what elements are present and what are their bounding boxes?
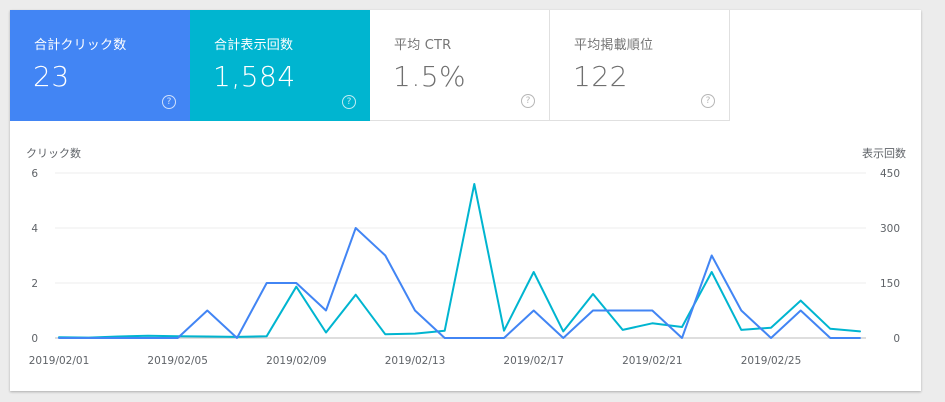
left-tick-label: 4 (31, 223, 38, 235)
performance-card: 合計クリック数 23 ? 合計表示回数 1,584 ? 平均 CTR 1.5% … (10, 10, 921, 391)
left-axis-title: クリック数 (26, 147, 81, 160)
right-axis-title: 表示回数 (862, 146, 906, 160)
performance-chart: クリック数 表示回数 0246 0150300450 2019/02/01 201… (26, 146, 906, 367)
right-tick-label: 450 (880, 168, 900, 180)
x-tick-label: 2019/02/17 (503, 355, 564, 367)
right-tick-label: 300 (880, 223, 900, 235)
left-tick-label: 6 (31, 168, 38, 180)
impressions-line (58, 183, 861, 339)
right-tick-label: 0 (893, 333, 900, 345)
right-axis-ticks: 0 150 300 450 (880, 168, 900, 345)
left-tick-label: 0 (31, 333, 38, 345)
x-tick-label: 2019/02/09 (266, 355, 327, 367)
right-tick-label: 150 (880, 278, 900, 290)
left-axis-ticks: 0 2 4 6 (31, 168, 38, 345)
left-tick-label: 2 (31, 278, 38, 290)
x-tick-label: 2019/02/21 (622, 355, 683, 367)
x-axis-ticks: 2019/02/01 2019/02/05 2019/02/09 2019/02/13… (29, 355, 802, 367)
x-tick-label: 2019/02/25 (741, 355, 802, 367)
chart-series (58, 183, 861, 339)
x-tick-label: 2019/02/05 (147, 355, 208, 367)
x-tick-label: 2019/02/01 (29, 355, 90, 367)
x-tick-label: 2019/02/13 (385, 355, 446, 367)
